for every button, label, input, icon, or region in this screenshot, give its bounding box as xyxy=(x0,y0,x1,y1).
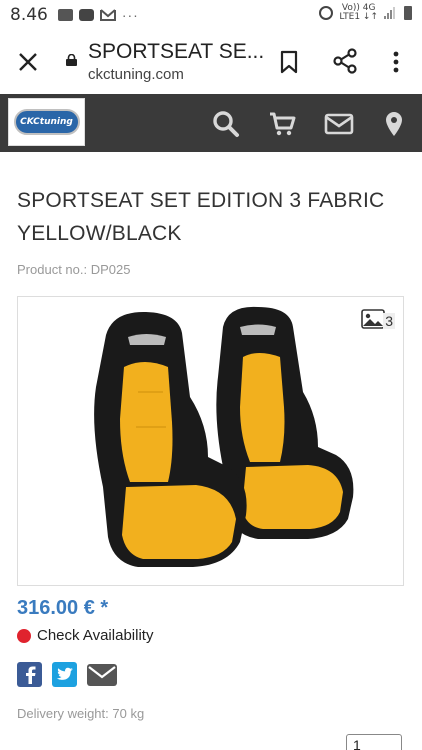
sportseat-image xyxy=(94,306,354,567)
close-icon[interactable] xyxy=(16,50,40,74)
location-icon[interactable] xyxy=(382,110,406,138)
gmail-notification-icon xyxy=(99,9,116,21)
product-title: SPORTSEAT SET EDITION 3 FABRIC YELLOW/BL… xyxy=(17,189,385,245)
network-indicator: Vo)) 4G LTE1 ↓↑ xyxy=(339,3,378,22)
product-price: 316.00 € * xyxy=(17,597,109,619)
battery-icon xyxy=(404,6,412,20)
image-notification-icon xyxy=(57,9,73,21)
quantity-select[interactable]: 1 xyxy=(346,734,402,750)
facebook-icon[interactable] xyxy=(17,662,42,687)
social-share xyxy=(17,662,117,687)
browser-toolbar: SPORTSEAT SE... ckctuning.com xyxy=(0,30,422,94)
availability-label: Check Availability xyxy=(37,627,154,644)
page-title[interactable]: SPORTSEAT SE... xyxy=(88,40,264,64)
availability-dot-icon xyxy=(17,628,31,643)
site-logo[interactable]: CKCtuning xyxy=(8,98,85,146)
lock-icon xyxy=(66,54,77,66)
logo-text: CKCtuning xyxy=(13,109,80,135)
status-time: 8.46 xyxy=(10,5,48,25)
site-header: CKCtuning xyxy=(0,94,422,152)
availability-status[interactable]: Check Availability xyxy=(17,627,153,644)
image-count: 3 xyxy=(383,313,395,329)
system-icons: Vo)) 4G LTE1 ↓↑ xyxy=(319,4,412,22)
more-notifications-indicator: ··· xyxy=(121,7,139,23)
status-bar: 8.46 ··· Vo)) 4G LTE1 ↓↑ xyxy=(0,0,422,30)
gallery-icon xyxy=(361,309,386,329)
notification-icons: ··· xyxy=(57,7,139,23)
search-icon[interactable] xyxy=(212,110,240,138)
page-domain[interactable]: ckctuning.com xyxy=(88,66,184,83)
cart-icon[interactable] xyxy=(268,110,296,138)
signal-icon xyxy=(384,7,398,19)
gallery-badge[interactable]: 3 xyxy=(361,309,395,329)
bookmark-icon[interactable] xyxy=(278,50,300,74)
product-number: Product no.: DP025 xyxy=(17,262,131,277)
email-share-icon[interactable] xyxy=(87,662,117,687)
twitter-icon[interactable] xyxy=(52,662,77,687)
alarm-icon xyxy=(319,6,334,20)
youtube-notification-icon xyxy=(78,9,94,21)
share-icon[interactable] xyxy=(332,48,358,74)
product-image[interactable]: 3 xyxy=(17,296,404,586)
mail-icon[interactable] xyxy=(324,110,354,138)
more-vert-icon[interactable] xyxy=(386,50,406,74)
delivery-weight: Delivery weight: 70 kg xyxy=(17,706,145,721)
